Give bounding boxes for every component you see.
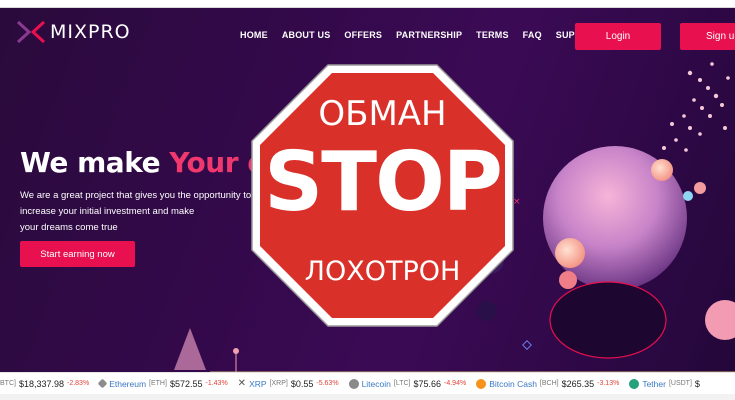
ticker-price: $265.35 xyxy=(561,378,595,389)
hero-description: We are a great project that gives you th… xyxy=(20,188,280,236)
ticker-symbol: [USDT] xyxy=(668,380,692,387)
ticker-price: $18,337.98 xyxy=(18,378,64,389)
start-earning-button[interactable]: Start earning now xyxy=(20,241,135,267)
hero-text-line: We are a great project that gives you th… xyxy=(20,190,252,201)
nav-faq[interactable]: FAQ xyxy=(523,30,542,40)
ticker-change: -3.13% xyxy=(597,380,620,387)
nav-offers[interactable]: OFFERS xyxy=(344,30,382,40)
ticker-symbol: [BCH] xyxy=(539,380,559,387)
ticker-change: -5.63% xyxy=(316,380,339,387)
ticker-symbol: [LTC] xyxy=(393,380,411,387)
hero-text-line: increase your initial investment and mak… xyxy=(20,206,195,217)
ticker-price: $0.55 xyxy=(290,378,314,389)
nav-about-us[interactable]: ABOUT US xyxy=(282,30,331,40)
ticker-symbol: BTC] xyxy=(0,380,16,387)
bottom-strip xyxy=(0,394,735,400)
hero-title-main: We make xyxy=(20,146,170,179)
ethereum-icon xyxy=(97,378,108,389)
ticker-name: Litecoin xyxy=(361,378,391,389)
stop-sign-top-text: ОБМАН xyxy=(318,94,447,134)
hero-section: × MIXPRO HOME ABOUT US OFFERS PARTNERSHI… xyxy=(0,8,735,372)
ticker-name: Ethereum xyxy=(109,378,147,389)
signup-button[interactable]: Sign up xyxy=(680,23,735,50)
ticker-item[interactable]: Litecoin [LTC] $75.66 -4.94% xyxy=(348,378,467,389)
ticker-price: $75.66 xyxy=(413,378,442,389)
ticker-change: -1.43% xyxy=(205,380,228,387)
ticker-item[interactable]: ✕ XRP [XRP] $0.55 -5.63% xyxy=(238,378,339,389)
logo-x-icon xyxy=(16,20,46,44)
ticker-item[interactable]: Tether [USDT] $ xyxy=(629,378,703,389)
nav-partnership[interactable]: PARTNERSHIP xyxy=(396,30,462,40)
login-button[interactable]: Login xyxy=(575,23,661,50)
ticker-change: -2.83% xyxy=(67,380,90,387)
tether-icon xyxy=(629,378,640,389)
logo-text: MIXPRO xyxy=(50,21,131,43)
stop-sign-main-text: STOP xyxy=(264,135,503,230)
logo[interactable]: MIXPRO xyxy=(16,20,131,44)
ticker-item[interactable]: BTC] $18,337.98 -2.83% xyxy=(0,379,89,389)
ticker-price: $ xyxy=(694,378,700,389)
ticker-price: $572.55 xyxy=(169,378,203,389)
bitcoin-cash-icon xyxy=(476,378,487,389)
crypto-ticker: BTC] $18,337.98 -2.83% Ethereum [ETH] $5… xyxy=(0,372,735,394)
ticker-name: Tether xyxy=(642,378,666,389)
stop-sign-bottom-text: ЛОХОТРОН xyxy=(304,256,461,287)
ticker-item[interactable]: Bitcoin Cash [BCH] $265.35 -3.13% xyxy=(476,378,620,389)
main-nav: HOME ABOUT US OFFERS PARTNERSHIP TERMS F… xyxy=(240,30,601,40)
xrp-icon: ✕ xyxy=(237,378,247,389)
ticker-item[interactable]: Ethereum [ETH] $572.55 -1.43% xyxy=(97,378,228,389)
ticker-name: XRP xyxy=(249,378,267,389)
ticker-symbol: [XRP] xyxy=(269,380,288,387)
litecoin-icon xyxy=(348,378,359,389)
hero-text-line: your dreams come true xyxy=(20,222,118,233)
ticker-change: -4.94% xyxy=(444,380,467,387)
nav-home[interactable]: HOME xyxy=(240,30,268,40)
ticker-name: Bitcoin Cash xyxy=(489,378,537,389)
nav-terms[interactable]: TERMS xyxy=(476,30,509,40)
browser-top-edge xyxy=(0,0,735,8)
ticker-symbol: [ETH] xyxy=(149,380,167,387)
stop-sign-overlay: ОБМАН STOP ЛОХОТРОН xyxy=(250,63,515,328)
hero-title: We make Your dr xyxy=(20,146,281,179)
